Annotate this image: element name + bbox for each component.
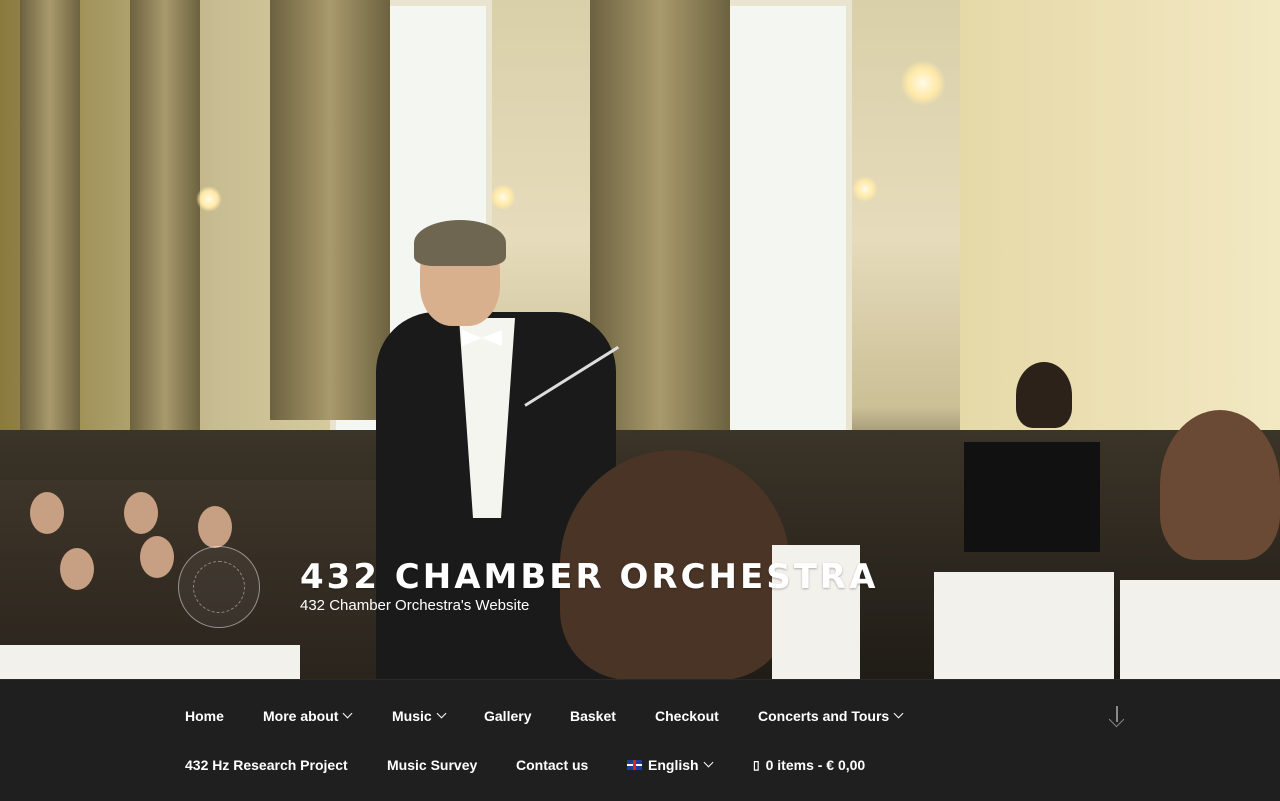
menu-item-contact-us[interactable]: Contact us — [497, 740, 607, 789]
chevron-down-icon — [703, 757, 714, 768]
music-stand — [964, 442, 1100, 552]
menu-label: Checkout — [655, 707, 719, 724]
cellist-right — [1160, 410, 1280, 560]
menu-link-contact-us[interactable]: Contact us — [497, 740, 607, 789]
menu-item-concerts-and-tours[interactable]: Concerts and Tours — [739, 691, 921, 740]
language-switcher[interactable]: English — [608, 740, 731, 789]
site-logo[interactable] — [178, 546, 260, 628]
cart-link[interactable]: ▯ 0 items - € 0,00 — [734, 740, 884, 789]
menu-item-music-survey[interactable]: Music Survey — [368, 740, 496, 789]
wall-lamp — [196, 186, 222, 212]
menu-link-432hz-research[interactable]: 432 Hz Research Project — [166, 740, 367, 789]
chevron-down-icon — [343, 708, 353, 719]
curtain-left — [20, 0, 80, 440]
menu-link-music[interactable]: Music — [373, 691, 464, 740]
arrow-down-icon[interactable] — [1106, 704, 1128, 728]
menu-link-checkout[interactable]: Checkout — [636, 691, 738, 740]
menu-link-concerts-and-tours[interactable]: Concerts and Tours — [739, 691, 921, 740]
conductor-hair — [414, 220, 506, 266]
menu-item-gallery[interactable]: Gallery — [465, 691, 550, 740]
cart-icon: ▯ — [753, 757, 760, 772]
menu-link-music-survey[interactable]: Music Survey — [368, 740, 496, 789]
curtain-left-2 — [130, 0, 200, 450]
site-title[interactable]: 432 CHAMBER ORCHESTRA — [300, 557, 878, 597]
menu-item-home[interactable]: Home — [166, 691, 243, 740]
menu-item-cart[interactable]: ▯ 0 items - € 0,00 — [734, 740, 884, 789]
menu-label: Gallery — [484, 707, 532, 724]
menu-label: More about — [263, 707, 339, 724]
audience-face — [140, 536, 174, 578]
curtain-middle — [270, 0, 390, 420]
chevron-down-icon — [436, 708, 447, 719]
logo-ring — [193, 561, 245, 613]
chevron-down-icon — [893, 708, 904, 719]
violinist — [1016, 362, 1072, 428]
menu-label: Concerts and Tours — [758, 707, 890, 724]
wall-lamp — [490, 184, 516, 210]
site-description: 432 Chamber Orchestra's Website — [300, 597, 530, 614]
wall-lamp — [852, 176, 878, 202]
menu-label: Music — [392, 707, 432, 724]
audience-face — [124, 492, 158, 534]
menu-item-basket[interactable]: Basket — [551, 691, 635, 740]
menu-label: Music Survey — [387, 756, 478, 773]
menu-label: Basket — [570, 707, 616, 724]
language-label: English — [648, 756, 699, 773]
audience-face — [30, 492, 64, 534]
audience-face — [198, 506, 232, 548]
uk-flag-icon — [627, 759, 642, 770]
menu-label: Contact us — [516, 756, 589, 773]
menu-link-home[interactable]: Home — [166, 691, 243, 740]
sheet-music — [1120, 580, 1280, 679]
audience-face — [60, 548, 94, 590]
menu-item-432hz-research[interactable]: 432 Hz Research Project — [166, 740, 367, 789]
sheet-music — [934, 572, 1114, 679]
menu-item-more-about[interactable]: More about — [244, 691, 370, 740]
main-navigation: Home More about Music Gallery Basket Che… — [0, 679, 1280, 801]
wall-lamp — [900, 60, 946, 106]
menu-item-checkout[interactable]: Checkout — [636, 691, 738, 740]
menu-item-music[interactable]: Music — [373, 691, 464, 740]
sheet-music — [0, 645, 300, 679]
menu-label: Home — [185, 707, 224, 724]
menu-link-gallery[interactable]: Gallery — [465, 691, 550, 740]
arrow-head — [1108, 711, 1125, 728]
menu-link-basket[interactable]: Basket — [551, 691, 635, 740]
menu-label: 432 Hz Research Project — [185, 756, 348, 773]
menu-item-language[interactable]: English — [608, 740, 731, 789]
site-branding: 432 CHAMBER ORCHESTRA 432 Chamber Orches… — [300, 557, 878, 615]
menu-link-more-about[interactable]: More about — [244, 691, 370, 740]
cart-label: 0 items - € 0,00 — [765, 756, 866, 773]
